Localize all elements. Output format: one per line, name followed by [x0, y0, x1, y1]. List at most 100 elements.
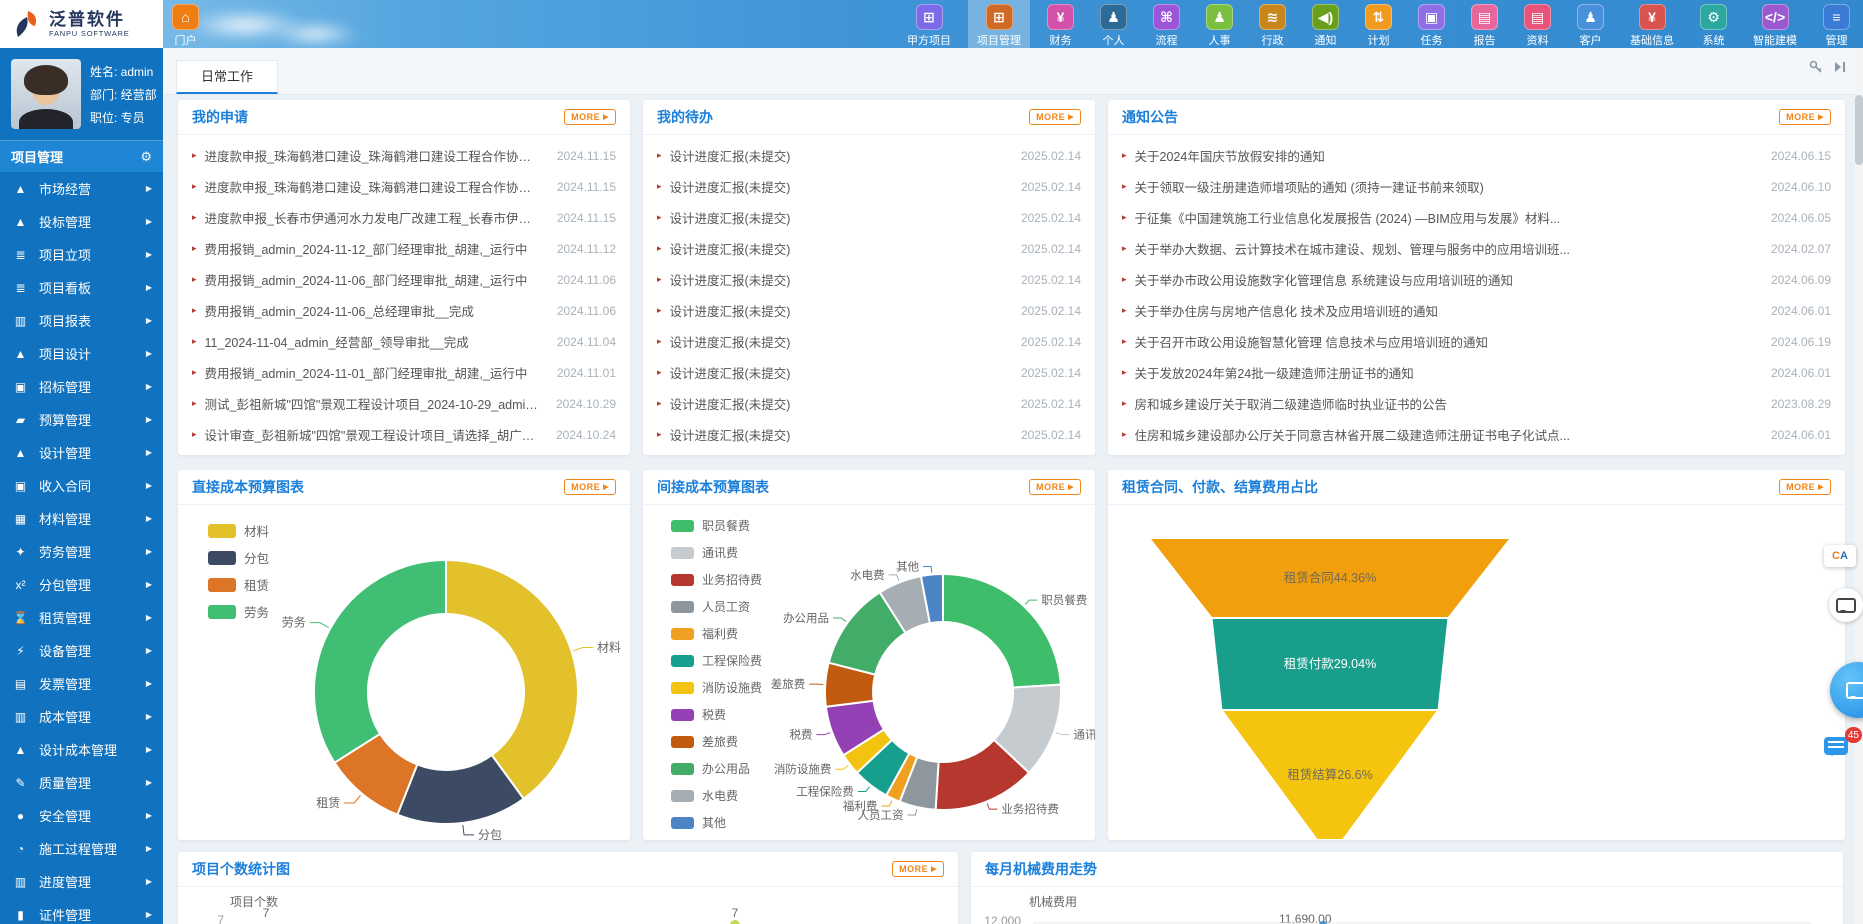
sidebar-item-tender[interactable]: ▣招标管理▶ [0, 370, 163, 403]
sidebar-item-project-kanban[interactable]: ≣项目看板▶ [0, 271, 163, 304]
list-item[interactable]: ▸设计进度汇报(未提交)2025.02.14 [657, 233, 1081, 264]
topnav-item-finance[interactable]: ¥财务 [1038, 0, 1083, 48]
topnav-item-customer[interactable]: ♟客户 [1568, 0, 1613, 48]
messages-button[interactable]: 45 [1824, 733, 1858, 763]
topnav-item-hr[interactable]: ♟人事 [1197, 0, 1242, 48]
list-item[interactable]: ▸于征集《中国建筑施工行业信息化发展报告 (2024) —BIM应用与发展》材料… [1122, 202, 1831, 233]
topnav-item-workflow[interactable]: ⌘流程 [1144, 0, 1189, 48]
list-item[interactable]: ▸进度款申报_长春市伊通河水力发电厂改建工程_长春市伊通河水力发电...2024… [192, 202, 616, 233]
list-item[interactable]: ▸设计进度汇报(未提交)2025.02.14 [657, 295, 1081, 326]
sidebar-item-certificate[interactable]: ▮证件管理▶ [0, 898, 163, 924]
slice-label: 其他 [896, 561, 919, 574]
list-item[interactable]: ▸设计进度汇报(未提交)2025.02.14 [657, 357, 1081, 388]
sidebar-item-cost[interactable]: ▥成本管理▶ [0, 700, 163, 733]
ca-assistant-button[interactable]: CA [1824, 545, 1856, 567]
topnav-item-task[interactable]: ▣任务 [1409, 0, 1454, 48]
scrollbar-thumb[interactable] [1855, 95, 1863, 165]
unread-badge: 45 [1845, 727, 1862, 743]
list-item[interactable]: ▸费用报销_admin_2024-11-06_部门经理审批_胡建,_运行中202… [192, 264, 616, 295]
list-item[interactable]: ▸关于举办市政公用设施数字化管理信息 系统建设与应用培训班的通知2024.06.… [1122, 264, 1831, 295]
sidebar-item-equipment[interactable]: ⚡设备管理▶ [0, 634, 163, 667]
feedback-chat-button[interactable] [1829, 588, 1863, 622]
topnav-item-party-projects[interactable]: ⊞甲方项目 [898, 0, 960, 48]
topnav-item-personal[interactable]: ♟个人 [1091, 0, 1136, 48]
topnav-item-base-info[interactable]: ¥基础信息 [1621, 0, 1683, 48]
list-item[interactable]: ▸进度款申报_珠海鹤港口建设_珠海鹤港口建设工程合作协议书_admin_...2… [192, 140, 616, 171]
list-item[interactable]: ▸设计进度汇报(未提交)2025.02.14 [657, 388, 1081, 419]
bullet-icon: ▸ [1122, 305, 1127, 316]
list-item[interactable]: ▸设计进度汇报(未提交)2025.02.14 [657, 264, 1081, 295]
more-button[interactable]: MORE ▶ [1029, 479, 1081, 495]
topnav-item-plan[interactable]: ⇅计划 [1356, 0, 1401, 48]
list-item[interactable]: ▸进度款申报_珠海鹤港口建设_珠海鹤港口建设工程合作协议书_admin_...2… [192, 171, 616, 202]
sidebar-item-invoice[interactable]: ▤发票管理▶ [0, 667, 163, 700]
topnav-item-system[interactable]: ⚙系统 [1691, 0, 1736, 48]
topnav-item-notification[interactable]: ◀)通知 [1303, 0, 1348, 48]
more-button[interactable]: MORE ▶ [564, 479, 616, 495]
topnav-item-administration[interactable]: ≋行政 [1250, 0, 1295, 48]
list-item[interactable]: ▸房和城乡建设厅关于取消二级建造师临时执业证书的公告2023.08.29 [1122, 388, 1831, 419]
sidebar-item-bidding[interactable]: ▲投标管理▶ [0, 205, 163, 238]
sidebar-item-safety[interactable]: ●安全管理▶ [0, 799, 163, 832]
list-item[interactable]: ▸关于召开市政公用设施智慧化管理 信息技术与应用培训班的通知2024.06.19 [1122, 326, 1831, 357]
scrollbar-track[interactable] [1855, 48, 1863, 924]
sidebar-header-project-mgmt[interactable]: 项目管理 ⚙ [0, 141, 163, 172]
topnav-item-modeling[interactable]: </>智能建模 [1744, 0, 1806, 48]
topnav-item-portal[interactable]: ⌂门户 [163, 0, 208, 48]
sidebar-item-lease[interactable]: ⌛租赁管理▶ [0, 601, 163, 634]
list-item[interactable]: ▸关于2024年国庆节放假安排的通知2024.06.15 [1122, 140, 1831, 171]
bullet-icon: ▸ [192, 398, 197, 409]
sidebar-item-quality[interactable]: ✎质量管理▶ [0, 766, 163, 799]
label-leader-line [816, 733, 830, 735]
sidebar-item-design-mgmt[interactable]: ▲设计管理▶ [0, 436, 163, 469]
list-item[interactable]: ▸关于举办大数据、云计算技术在城市建设、规划、管理与服务中的应用培训班...20… [1122, 233, 1831, 264]
logo-text: 泛普软件 FANPU SOFTWARE [49, 11, 130, 38]
sidebar-item-material[interactable]: ▦材料管理▶ [0, 502, 163, 535]
more-button[interactable]: MORE ▶ [1779, 479, 1831, 495]
collapse-panel-icon[interactable] [1833, 60, 1847, 74]
list-item[interactable]: ▸费用报销_admin_2024-11-01_部门经理审批_胡建,_运行中202… [192, 357, 616, 388]
sidebar-item-construction-process[interactable]: ◔施工过程管理▶ [0, 832, 163, 865]
sidebar-item-labor[interactable]: ✦劳务管理▶ [0, 535, 163, 568]
list-item[interactable]: ▸设计审查_彭祖新城"四馆"景观工程设计项目_请选择_胡广生_2024-10-2… [192, 419, 616, 450]
sidebar-item-budget[interactable]: ▰预算管理▶ [0, 403, 163, 436]
list-item[interactable]: ▸关于领取一级注册建造师增项贴的通知 (须持一建证书前来领取)2024.06.1… [1122, 171, 1831, 202]
topnav-item-project-mgmt[interactable]: ⊞项目管理 [968, 0, 1030, 48]
list-item[interactable]: ▸设计进度汇报(未提交)2025.02.14 [657, 326, 1081, 357]
list-item[interactable]: ▸关于发放2024年第24批一级建造师注册证书的通知2024.06.01 [1122, 357, 1831, 388]
customer-icon: ♟ [1577, 4, 1604, 30]
list-item[interactable]: ▸设计进度汇报(未提交)2025.02.14 [657, 140, 1081, 171]
sidebar-item-project-design[interactable]: ▲项目设计▶ [0, 337, 163, 370]
sidebar-item-subcontract[interactable]: x²分包管理▶ [0, 568, 163, 601]
legend-label: 差旅费 [702, 733, 738, 750]
topnav-item-documents[interactable]: ▤资料 [1515, 0, 1560, 48]
tab-daily-work[interactable]: 日常工作 [176, 60, 278, 94]
settings-gear-icon[interactable]: ⚙ [140, 149, 152, 165]
topnav-item-report[interactable]: ▤报告 [1462, 0, 1507, 48]
list-item[interactable]: ▸测试_彭祖新城"四馆"景观工程设计项目_2024-10-29_admin_结束… [192, 388, 616, 419]
sidebar-item-project-initiation[interactable]: ≣项目立项▶ [0, 238, 163, 271]
list-item[interactable]: ▸关于举办住房与房地产信息化 技术及应用培训班的通知2024.06.01 [1122, 295, 1831, 326]
list-item[interactable]: ▸设计进度汇报(未提交)2025.02.14 [657, 419, 1081, 450]
list-item[interactable]: ▸住房和城乡建设部办公厅关于同意吉林省开展二级建造师注册证书电子化试点...20… [1122, 419, 1831, 450]
app-logo[interactable]: 泛普软件 FANPU SOFTWARE [0, 0, 163, 48]
key-icon[interactable] [1809, 60, 1823, 74]
more-button[interactable]: MORE ▶ [892, 861, 944, 877]
list-item[interactable]: ▸费用报销_admin_2024-11-06_总经理审批__完成2024.11.… [192, 295, 616, 326]
list-item[interactable]: ▸费用报销_admin_2024-11-12_部门经理审批_胡建,_运行中202… [192, 233, 616, 264]
list-item[interactable]: ▸设计进度汇报(未提交)2025.02.14 [657, 171, 1081, 202]
sidebar-item-design-cost[interactable]: ▲设计成本管理▶ [0, 733, 163, 766]
list-item[interactable]: ▸设计进度汇报(未提交)2025.02.14 [657, 202, 1081, 233]
sidebar-item-market[interactable]: ▲市场经营▶ [0, 172, 163, 205]
sidebar-item-income-contract[interactable]: ▣收入合同▶ [0, 469, 163, 502]
sidebar-item-project-reports[interactable]: ▥项目报表▶ [0, 304, 163, 337]
topnav-item-manage[interactable]: ≡管理 [1814, 0, 1859, 48]
legend-swatch [671, 763, 694, 775]
more-button[interactable]: MORE ▶ [1029, 109, 1081, 125]
legend-swatch [208, 551, 236, 565]
more-button[interactable]: MORE ▶ [564, 109, 616, 125]
list-item[interactable]: ▸11_2024-11-04_admin_经营部_领导审批__完成2024.11… [192, 326, 616, 357]
more-button[interactable]: MORE ▶ [1779, 109, 1831, 125]
sidebar-item-progress[interactable]: ▥进度管理▶ [0, 865, 163, 898]
user-avatar[interactable] [11, 59, 81, 129]
